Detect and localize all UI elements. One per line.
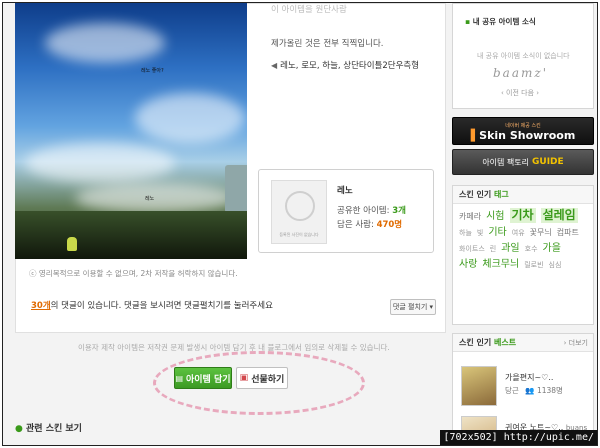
tag-link[interactable]: 가을 — [543, 241, 561, 256]
add-item-icon: ▤ — [175, 373, 183, 383]
preview-small-text: 레노 — [145, 196, 155, 202]
tag-link[interactable]: 시험 — [486, 209, 504, 224]
gift-button[interactable]: ▣ 선물하기 — [236, 367, 288, 389]
skin-showroom-banner[interactable]: 네이버 제공 스킨 ▌Skin Showroom — [452, 117, 594, 145]
best-item-thumbnail[interactable] — [461, 366, 497, 406]
popular-best-header: 스킨 인기 베스트 › 더보기 — [453, 334, 593, 352]
item-factory-guide-banner[interactable]: 아이템 팩토리 GUIDE — [452, 149, 594, 175]
tag-link[interactable]: 체크무늬 — [482, 257, 519, 272]
image-host-watermark: [702x502] http://upic.me/ — [440, 430, 597, 445]
item-tags-label: 레노, 로모, 하늘, 상단타이틀2단우측형 — [280, 61, 420, 71]
tag-link[interactable]: 호수 — [525, 242, 538, 257]
shared-news-title-text: 내 공유 아이템 소식 — [472, 17, 536, 26]
best-item-count: 1138명 — [536, 386, 563, 395]
tag-link[interactable]: 컴파트 — [557, 225, 579, 240]
tag-link[interactable]: 릴로빈 — [524, 258, 543, 273]
tag-link[interactable]: 꽃무늬 — [530, 225, 552, 240]
add-item-label: 아이템 담기 — [186, 374, 231, 385]
comment-count[interactable]: 30개 — [31, 301, 51, 311]
item-factory-label: 아이템 팩토리 — [482, 157, 530, 167]
creator-fans-count: 470명 — [376, 220, 403, 230]
tag-link[interactable]: 사랑 — [459, 257, 477, 272]
creator-owned: 공유한 아이템: 3개 — [337, 204, 406, 216]
shared-news-empty: 내 공유 아이템 소식이 없습니다 — [477, 52, 570, 60]
avatar[interactable]: 등록된 사진이 없습니다 — [271, 180, 327, 244]
bullet-icon: ▪ — [465, 17, 471, 26]
copyright-text: 영리목적으로 이용할 수 없으며, 2차 저작을 허락하지 않습니다. — [38, 269, 238, 278]
best-item-author[interactable]: 당근 — [505, 386, 519, 395]
add-item-button[interactable]: ▤ 아이템 담기 — [174, 367, 232, 389]
tag-link[interactable]: 기차 — [509, 208, 536, 223]
creator-name[interactable]: 레노 — [337, 184, 353, 196]
creator-card: 등록된 사진이 없습니다 레노 공유한 아이템: 3개 담은 사람: 470명 — [258, 169, 434, 253]
creator-fans-label: 담은 사람: — [337, 220, 374, 230]
related-skins-label: 관련 스킨 보기 — [26, 424, 82, 434]
popular-best-highlight: 베스트 — [494, 338, 517, 347]
related-skins-heading: ● 관련 스킨 보기 — [15, 421, 82, 434]
popular-tags-title: 스킨 인기 — [459, 190, 492, 199]
more-link[interactable]: › 더보기 — [564, 334, 588, 352]
default-avatar-icon — [285, 191, 315, 221]
bullet-icon: ● — [15, 424, 23, 434]
tag-link[interactable]: 화이트스 — [459, 242, 485, 257]
gift-icon: ▣ — [239, 373, 249, 383]
tag-link[interactable]: 기타 — [488, 225, 506, 240]
handwriting-decoration: baamz' — [493, 66, 548, 80]
skin-showroom-title: ▌Skin Showroom — [470, 129, 576, 142]
popular-best-title: 스킨 인기 — [459, 338, 492, 347]
person-icon: 👥 — [525, 386, 535, 395]
tag-link[interactable]: 빛 — [477, 226, 483, 241]
preview-widget — [225, 165, 247, 213]
comment-summary-text: 의 댓글이 있습니다. 댓글을 보시려면 댓글펼치기를 눌러주세요 — [50, 301, 273, 311]
preview-caption: 레노 좋아? — [141, 68, 164, 74]
preview-landscape — [15, 211, 247, 259]
item-preview-image: 레노 좋아? 레노 — [15, 3, 247, 259]
sidebar: ▪ 내 공유 아이템 소식 내 공유 아이템 소식이 없습니다 baamz' ‹… — [452, 3, 597, 445]
popular-tags-header: 스킨 인기 태그 — [453, 186, 593, 204]
skin-showroom-label: Skin Showroom — [479, 129, 576, 142]
tag-cloud: 카페라 시험 기차 설레임하늘 빛 기타 여유 꽃무늬 컴파트화이트스 린 과일 호수 가을사랑 체크무늬… — [453, 204, 593, 277]
expand-comments-button[interactable]: 댓글 펼치기 ▾ — [390, 299, 436, 315]
gift-label: 선물하기 — [251, 374, 285, 385]
tag-link[interactable]: 과일 — [501, 241, 519, 256]
avatar-caption: 등록된 사진이 없습니다 — [279, 232, 319, 237]
preview-character — [67, 237, 77, 251]
item-tags: ◀ 레노, 로모, 하늘, 상단타이틀2단우측형 — [271, 59, 419, 71]
tag-link[interactable]: 심심 — [549, 258, 562, 273]
creator-owned-count: 3개 — [392, 206, 406, 216]
shared-item-news-box: ▪ 내 공유 아이템 소식 내 공유 아이템 소식이 없습니다 baamz' ‹… — [452, 3, 594, 109]
news-pagination[interactable]: ‹ 이전 다음 › — [501, 88, 539, 98]
popular-tags-box: 스킨 인기 태그 카페라 시험 기차 설레임하늘 빛 기타 여유 꽃무늬 컴파트화이트스 린 과일 호… — [452, 185, 594, 325]
copyright-notice: ⓒ 영리목적으로 이용할 수 없으며, 2차 저작을 허락하지 않습니다. — [29, 268, 238, 279]
shared-news-title: ▪ 내 공유 아이템 소식 — [465, 16, 536, 27]
tag-link[interactable]: 린 — [490, 242, 496, 257]
tag-link[interactable]: 카페라 — [459, 209, 481, 224]
creator-owned-label: 공유한 아이템: — [337, 206, 390, 216]
tag-link[interactable]: 설레임 — [540, 208, 578, 223]
tag-icon: ◀ — [271, 61, 278, 70]
item-factory-guide-label: GUIDE — [532, 157, 564, 167]
comment-summary: 30개의 댓글이 있습니다. 댓글을 보시려면 댓글펼치기를 눌러주세요 — [31, 299, 273, 311]
popular-tags-highlight: 태그 — [494, 190, 509, 199]
copyright-icon: ⓒ — [29, 269, 37, 278]
item-desc-partial-title: 이 아이템을 원단사람 — [271, 5, 347, 15]
tag-link[interactable]: 하늘 — [459, 226, 472, 241]
creator-fans: 담은 사람: 470명 — [337, 218, 402, 230]
screenshot-frame: 레노 좋아? 레노 이 아이템을 원단사람 제가올린 것은 전부 직찍입니다. … — [2, 2, 598, 446]
item-description: 제가올린 것은 전부 직찍입니다. — [271, 39, 384, 49]
best-item-title[interactable]: 가을편지~♡.. — [505, 372, 553, 383]
tag-link[interactable]: 여유 — [512, 226, 525, 241]
best-item-meta: 당근 👥 1138명 — [505, 385, 563, 396]
